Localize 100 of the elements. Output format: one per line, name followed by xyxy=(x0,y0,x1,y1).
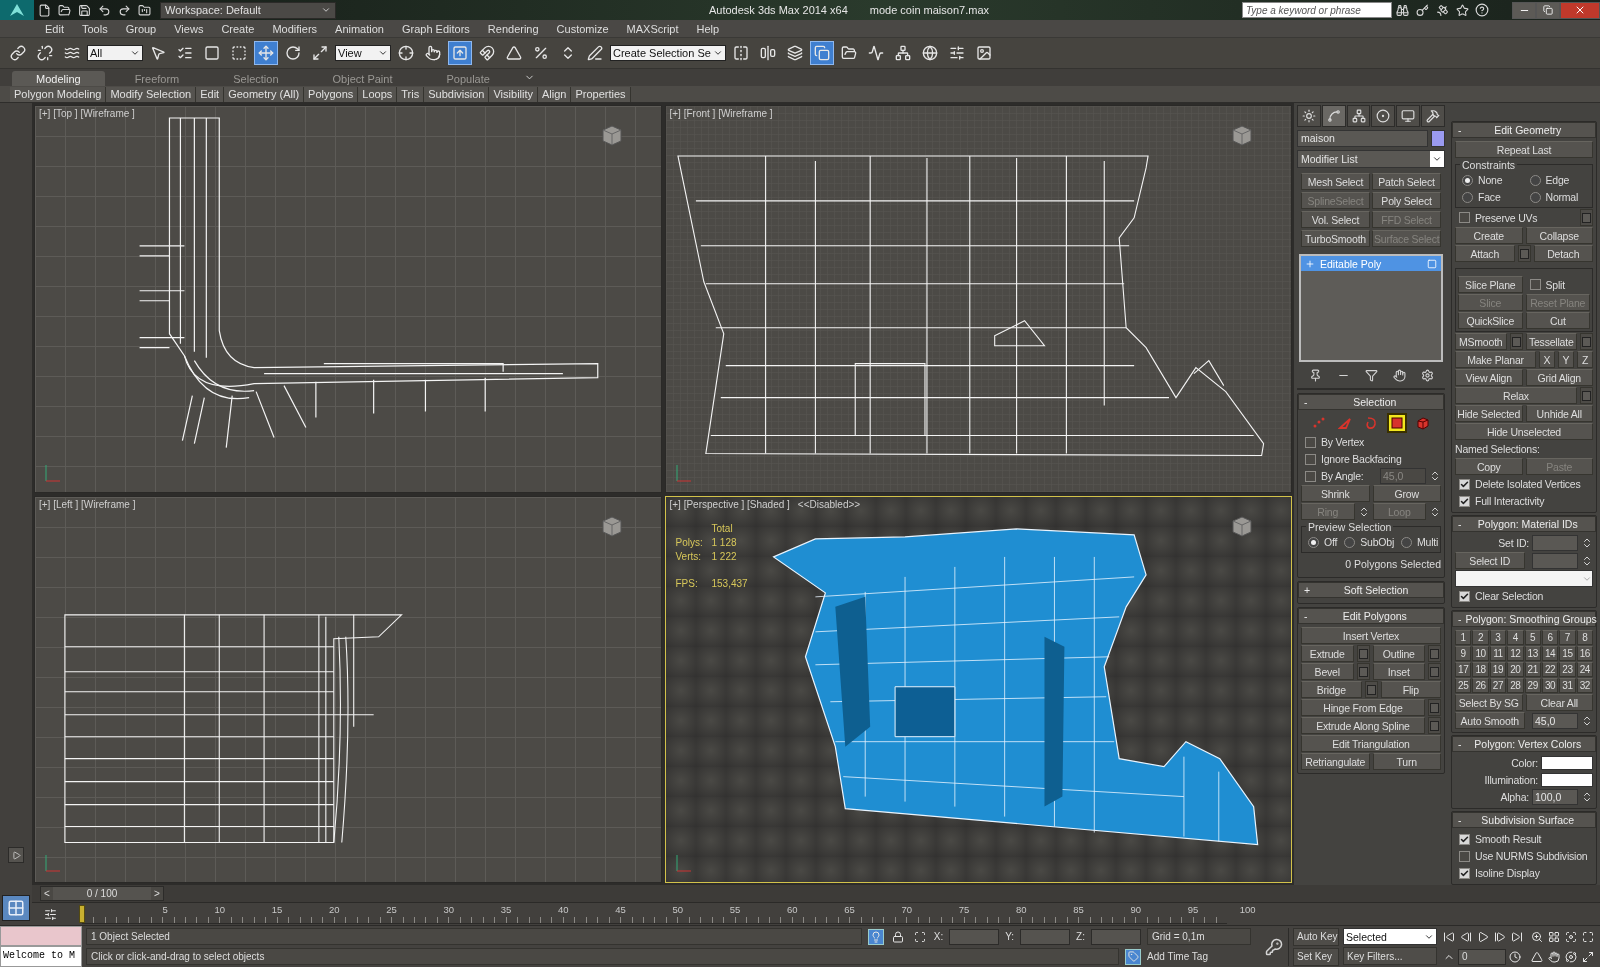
smoothing-group-button[interactable]: 14 xyxy=(1541,646,1559,661)
panel-button[interactable]: Repeat Last xyxy=(1455,141,1593,158)
smoothing-group-button[interactable]: 26 xyxy=(1472,678,1489,693)
smoothing-group-button[interactable]: 12 xyxy=(1507,646,1524,661)
menu-item[interactable]: Graph Editors xyxy=(392,20,479,37)
panel-button[interactable]: View Align xyxy=(1455,369,1523,386)
smoothing-group-button[interactable]: 30 xyxy=(1541,678,1559,693)
smoothing-group-button[interactable]: 18 xyxy=(1472,662,1489,677)
object-name-field[interactable]: maison xyxy=(1297,130,1428,147)
smoothing-group-button[interactable]: 23 xyxy=(1559,662,1576,677)
stack-item[interactable]: Editable Poly xyxy=(1301,256,1441,271)
smoothing-group-button[interactable]: 11 xyxy=(1489,646,1507,661)
ribbon-panel[interactable]: Subdivision xyxy=(424,86,490,102)
dropdown[interactable]: View xyxy=(335,45,391,61)
rollout-header[interactable]: - Polygon: Smoothing Groups xyxy=(1452,611,1596,627)
axis-button[interactable]: X xyxy=(1539,351,1555,368)
panel-button[interactable]: Slice Plane xyxy=(1458,276,1523,293)
smoothing-group-button[interactable]: 32 xyxy=(1576,678,1593,693)
panel-button[interactable]: Shrink xyxy=(1301,485,1370,502)
panel-button[interactable]: Hide Unselected xyxy=(1455,423,1593,440)
key-mode-dropdown[interactable]: Selected xyxy=(1343,928,1437,945)
ribbon-tab[interactable]: Freeform xyxy=(110,71,204,86)
dropdown[interactable]: Create Selection Se xyxy=(610,45,726,61)
panel-button[interactable]: Grow xyxy=(1372,485,1441,502)
panel-button[interactable]: Relax xyxy=(1455,387,1577,404)
panel-button[interactable]: Select ID xyxy=(1455,552,1525,569)
smoothing-group-button[interactable]: 16 xyxy=(1576,646,1593,661)
axis-button[interactable]: Z xyxy=(1577,351,1593,368)
time-slider[interactable]: < 0 / 100 > xyxy=(40,886,164,901)
rollout-header[interactable]: - Polygon: Vertex Colors xyxy=(1452,736,1596,752)
rollout-header[interactable]: - Polygon: Material IDs xyxy=(1452,516,1596,532)
rollout-header[interactable]: + Soft Selection xyxy=(1298,582,1444,598)
maxscript-output[interactable]: Welcome to M xyxy=(0,946,82,967)
menu-item[interactable]: Modifiers xyxy=(263,20,327,37)
panel-button[interactable]: Create xyxy=(1455,227,1523,244)
rollout-header[interactable]: - Edit Geometry xyxy=(1452,122,1596,138)
modifier-button[interactable]: TurboSmooth xyxy=(1301,230,1370,247)
ribbon-panel[interactable]: Visibility xyxy=(489,86,538,102)
workspace-dropdown[interactable]: Workspace: Default xyxy=(160,1,336,19)
panel-button[interactable]: Select By SG xyxy=(1455,694,1523,711)
next-frame-button[interactable]: > xyxy=(151,887,163,900)
rollout-header[interactable]: - Selection xyxy=(1298,394,1444,410)
panel-button[interactable]: Turn xyxy=(1372,753,1441,770)
smoothing-group-button[interactable]: 13 xyxy=(1524,646,1541,661)
menu-item[interactable]: Edit xyxy=(36,20,73,37)
panel-button[interactable]: Edit Triangulation xyxy=(1301,735,1441,752)
ribbon-panel[interactable]: Loops xyxy=(358,86,398,102)
modifier-button[interactable]: Vol. Select xyxy=(1301,211,1370,228)
panel-button[interactable]: Extrude xyxy=(1301,645,1354,662)
panel-button[interactable]: Outline xyxy=(1372,645,1425,662)
smoothing-group-button[interactable]: 19 xyxy=(1489,662,1507,677)
viewport[interactable]: [+] [Perspective ] [Shaded ] <<Disabled>> Total Polys: 1 128 Verts: 1 222 FPS: 153,437 xyxy=(664,495,1292,883)
menu-item[interactable]: Rendering xyxy=(478,20,548,37)
smoothing-group-button[interactable]: 3 xyxy=(1489,630,1507,645)
smoothing-group-button[interactable]: 21 xyxy=(1524,662,1541,677)
panel-button[interactable]: QuickSlice xyxy=(1458,312,1523,329)
panel-button[interactable]: Hide Selected xyxy=(1455,405,1523,422)
axis-button[interactable]: Y xyxy=(1558,351,1574,368)
smoothing-group-button[interactable]: 31 xyxy=(1559,678,1576,693)
panel-button[interactable]: Cut xyxy=(1525,312,1590,329)
ribbon-tab[interactable]: Object Paint xyxy=(308,71,417,86)
ribbon-panel[interactable]: Geometry (All) xyxy=(224,86,305,102)
auto-key-button[interactable]: Auto Key xyxy=(1293,927,1339,946)
panel-button[interactable]: Retriangulate xyxy=(1301,753,1370,770)
panel-button[interactable]: Inset xyxy=(1372,663,1425,680)
previous-frame-button[interactable]: < xyxy=(41,887,53,900)
modifier-button[interactable]: Mesh Select xyxy=(1301,173,1370,190)
smoothing-group-button[interactable]: 4 xyxy=(1507,630,1524,645)
panel-button[interactable]: MSmooth xyxy=(1455,333,1507,350)
smoothing-group-button[interactable]: 6 xyxy=(1541,630,1559,645)
set-key-button[interactable]: Set Key xyxy=(1293,947,1339,966)
panel-button[interactable]: Detach xyxy=(1533,245,1593,262)
panel-button[interactable]: Bridge xyxy=(1301,681,1362,698)
menu-item[interactable]: Views xyxy=(165,20,213,37)
panel-button[interactable]: Collapse xyxy=(1525,227,1593,244)
ribbon-tab[interactable]: Populate xyxy=(422,71,514,86)
spinner-field[interactable]: 45,0 xyxy=(1532,712,1578,729)
smoothing-group-button[interactable]: 15 xyxy=(1559,646,1576,661)
menu-item[interactable]: MAXScript xyxy=(617,20,688,37)
smoothing-group-button[interactable]: 28 xyxy=(1507,678,1524,693)
ribbon-panel[interactable]: Properties xyxy=(571,86,631,102)
menu-item[interactable]: Tools xyxy=(72,20,117,37)
viewport[interactable]: [+] [Top ] [Wireframe ] xyxy=(34,105,662,493)
rollout-header[interactable]: - Subdivision Surface xyxy=(1452,812,1596,828)
ribbon-panel[interactable]: Modify Selection xyxy=(106,86,197,102)
smoothing-group-button[interactable]: 25 xyxy=(1455,678,1472,693)
search-field[interactable]: Type a keyword or phrase xyxy=(1242,2,1392,18)
spinner-field[interactable]: 100,0 xyxy=(1532,789,1578,805)
smoothing-group-button[interactable]: 17 xyxy=(1455,662,1472,677)
ribbon-panel[interactable]: Tris xyxy=(397,86,425,102)
smoothing-group-button[interactable]: 1 xyxy=(1455,630,1472,645)
modifier-button[interactable]: Poly Select xyxy=(1372,192,1441,209)
smoothing-group-button[interactable]: 7 xyxy=(1559,630,1576,645)
panel-button[interactable]: Copy xyxy=(1455,458,1523,475)
ribbon-panel[interactable]: Edit xyxy=(196,86,225,102)
smoothing-group-button[interactable]: 27 xyxy=(1489,678,1507,693)
panel-button[interactable]: Make Planar xyxy=(1455,351,1536,368)
panel-button[interactable]: Hinge From Edge xyxy=(1301,699,1425,716)
smoothing-group-button[interactable]: 20 xyxy=(1507,662,1524,677)
panel-button[interactable]: Extrude Along Spline xyxy=(1301,717,1425,734)
